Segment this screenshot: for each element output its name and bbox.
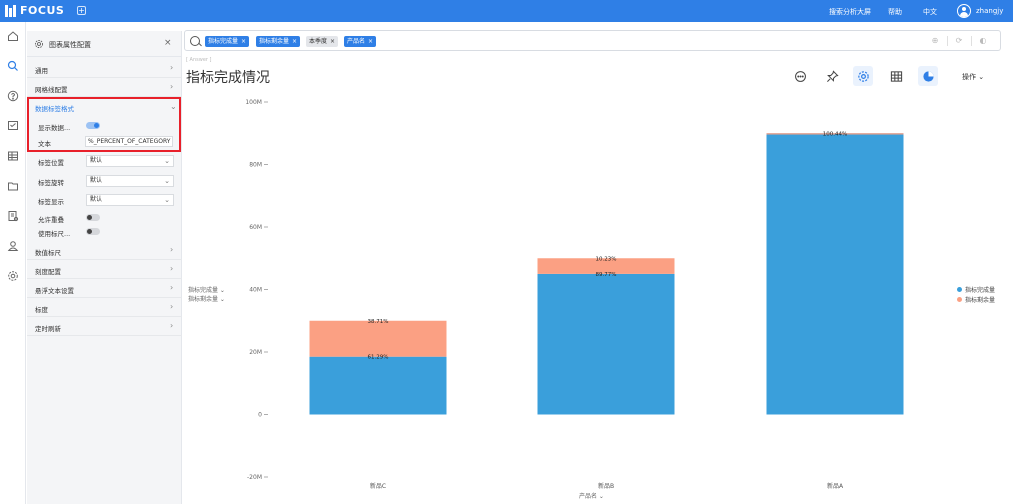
y-tick-label: 20M	[249, 349, 262, 356]
data-label: 10.23%	[596, 256, 617, 262]
x-tick-label: 新品B	[598, 482, 614, 490]
data-label: 61.29%	[368, 355, 389, 361]
x-axis-ticks: 新品C 新品B 新品A	[370, 482, 844, 490]
x-axis-label[interactable]: 产品名 ⌄	[579, 491, 604, 500]
legend-item[interactable]: 指标完成量	[957, 285, 995, 294]
legend-dot	[957, 297, 962, 302]
y-tick-label: 100M	[245, 99, 262, 106]
data-label: 100.44%	[823, 131, 847, 137]
bar-segment[interactable]	[766, 133, 904, 415]
chevron-down-icon: ⌄	[218, 296, 225, 303]
x-tick-label: 新品A	[827, 482, 844, 490]
y-measure-1[interactable]: 指标完成量 ⌄	[188, 285, 225, 294]
bar-segment[interactable]	[537, 273, 675, 415]
data-label: 38.71%	[368, 319, 389, 325]
y-tick-label: 40M	[249, 287, 262, 294]
y-tick-label: 0	[258, 412, 262, 419]
bar-segment[interactable]	[309, 356, 447, 415]
data-label: 89.77%	[596, 272, 617, 278]
y-measure-2[interactable]: 指标剩余量 ⌄	[188, 294, 225, 303]
chevron-down-icon: ⌄	[597, 493, 604, 500]
stacked-bar-chart: -20M 0 20M 40M 60M 80M 100M 61.29% 38.71% 89.77%…	[245, 99, 904, 490]
y-tick-label: -20M	[247, 474, 262, 481]
legend-item[interactable]: 指标剩余量	[957, 295, 995, 304]
legend-dot	[957, 287, 962, 292]
x-tick-label: 新品C	[370, 482, 386, 490]
y-tick-label: 80M	[249, 162, 262, 169]
y-tick-label: 60M	[249, 224, 262, 231]
y-axis-ticks: -20M 0 20M 40M 60M 80M 100M	[245, 99, 268, 481]
bar-segment[interactable]	[309, 320, 447, 357]
chevron-down-icon: ⌄	[218, 287, 225, 294]
